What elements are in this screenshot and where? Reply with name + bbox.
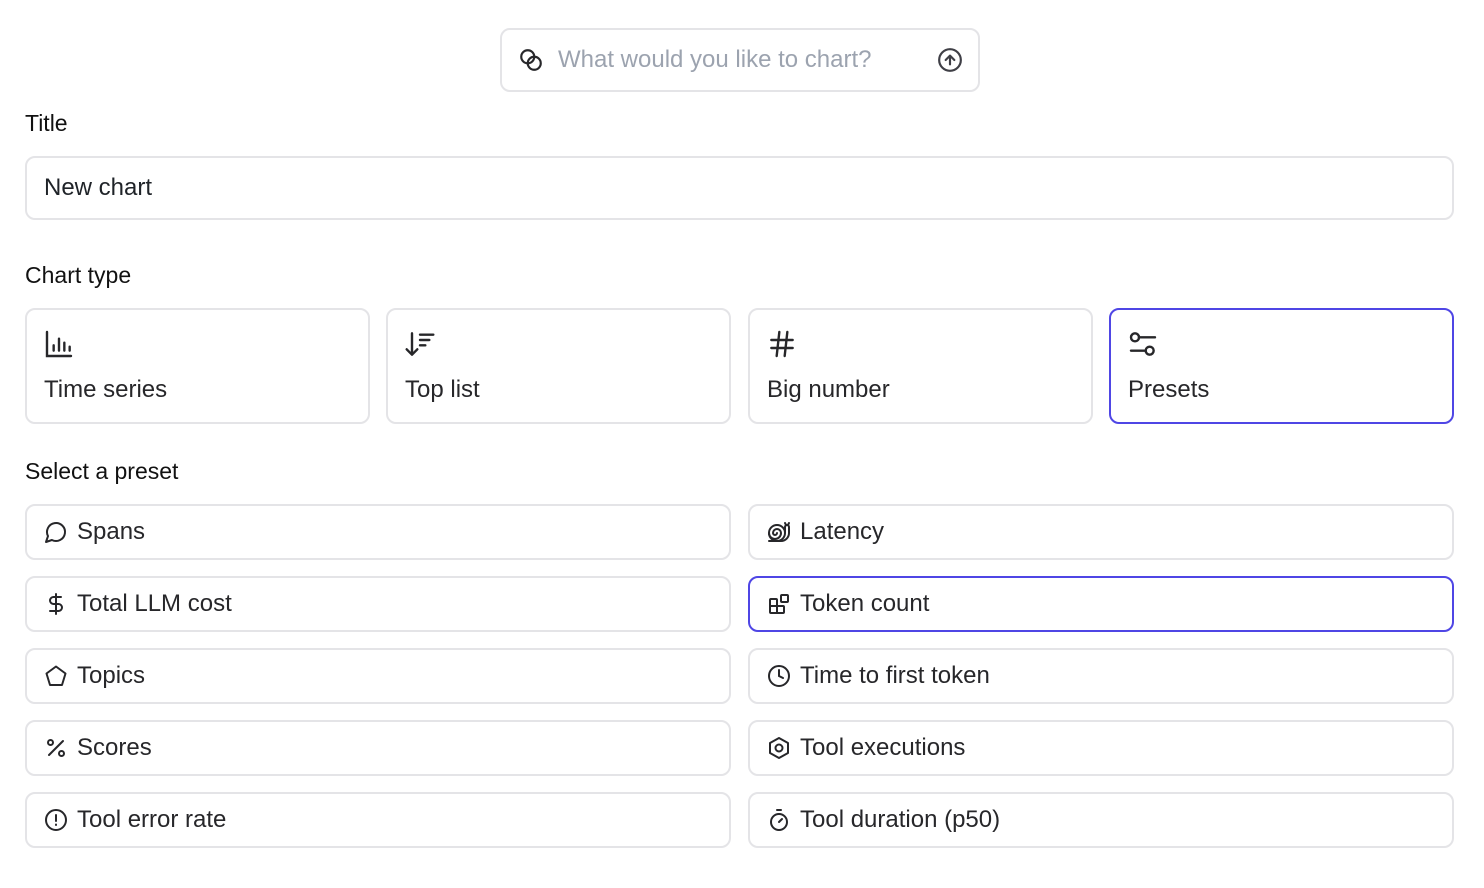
title-input[interactable] [25, 156, 1454, 220]
preset-topics[interactable]: Topics [25, 648, 731, 704]
preset-label-scores: Scores [77, 734, 152, 761]
sort-descending-icon [404, 328, 436, 360]
chart-type-label-time-series: Time series [44, 376, 168, 403]
preset-token-count[interactable]: Token count [748, 576, 1454, 632]
preset-label-latency: Latency [800, 518, 885, 545]
alert-circle-icon [43, 807, 69, 833]
chart-type-label-big-number: Big number [767, 376, 890, 403]
overlapping-circles-icon [518, 47, 544, 73]
preset-label-time-to-first-token: Time to first token [800, 662, 990, 689]
preset-tool-executions[interactable]: Tool executions [748, 720, 1454, 776]
preset-scores[interactable]: Scores [25, 720, 731, 776]
chart-type-label-top-list: Top list [405, 376, 480, 403]
title-label: Title [25, 110, 68, 136]
blocks-icon [766, 591, 792, 617]
preset-latency[interactable]: Latency [748, 504, 1454, 560]
hash-icon [766, 328, 798, 360]
preset-total-llm-cost[interactable]: Total LLM cost [25, 576, 731, 632]
dollar-icon [43, 591, 69, 617]
preset-label-tool-error-rate: Tool error rate [77, 806, 227, 833]
chart-type-time-series[interactable]: Time series [25, 308, 370, 424]
clock-icon [766, 663, 792, 689]
percent-icon [43, 735, 69, 761]
preset-label-total-llm-cost: Total LLM cost [77, 590, 232, 617]
preset-label-topics: Topics [77, 662, 146, 689]
preset-label-tool-executions: Tool executions [800, 734, 966, 761]
hexagon-icon [766, 735, 792, 761]
preset-label-token-count: Token count [800, 590, 930, 617]
chart-type-big-number[interactable]: Big number [748, 308, 1093, 424]
snail-icon [766, 519, 792, 545]
preset-time-to-first-token[interactable]: Time to first token [748, 648, 1454, 704]
preset-label: Select a preset [25, 458, 179, 484]
arrow-up-circle-icon[interactable] [936, 46, 964, 74]
preset-label-tool-duration-p50: Tool duration (p50) [800, 806, 1001, 833]
chart-type-label-presets: Presets [1128, 376, 1210, 403]
presets-icon [1127, 328, 1159, 360]
preset-tool-duration-p50[interactable]: Tool duration (p50) [748, 792, 1454, 848]
chart-type-presets[interactable]: Presets [1109, 308, 1454, 424]
timer-icon [766, 807, 792, 833]
bar-chart-icon [43, 328, 75, 360]
preset-label-spans: Spans [77, 518, 146, 545]
chart-type-top-list[interactable]: Top list [386, 308, 731, 424]
message-circle-icon [43, 519, 69, 545]
ask-input[interactable] [558, 46, 936, 74]
chart-type-label: Chart type [25, 262, 132, 288]
preset-spans[interactable]: Spans [25, 504, 731, 560]
ask-bar[interactable] [500, 28, 980, 92]
preset-tool-error-rate[interactable]: Tool error rate [25, 792, 731, 848]
pentagon-icon [43, 663, 69, 689]
